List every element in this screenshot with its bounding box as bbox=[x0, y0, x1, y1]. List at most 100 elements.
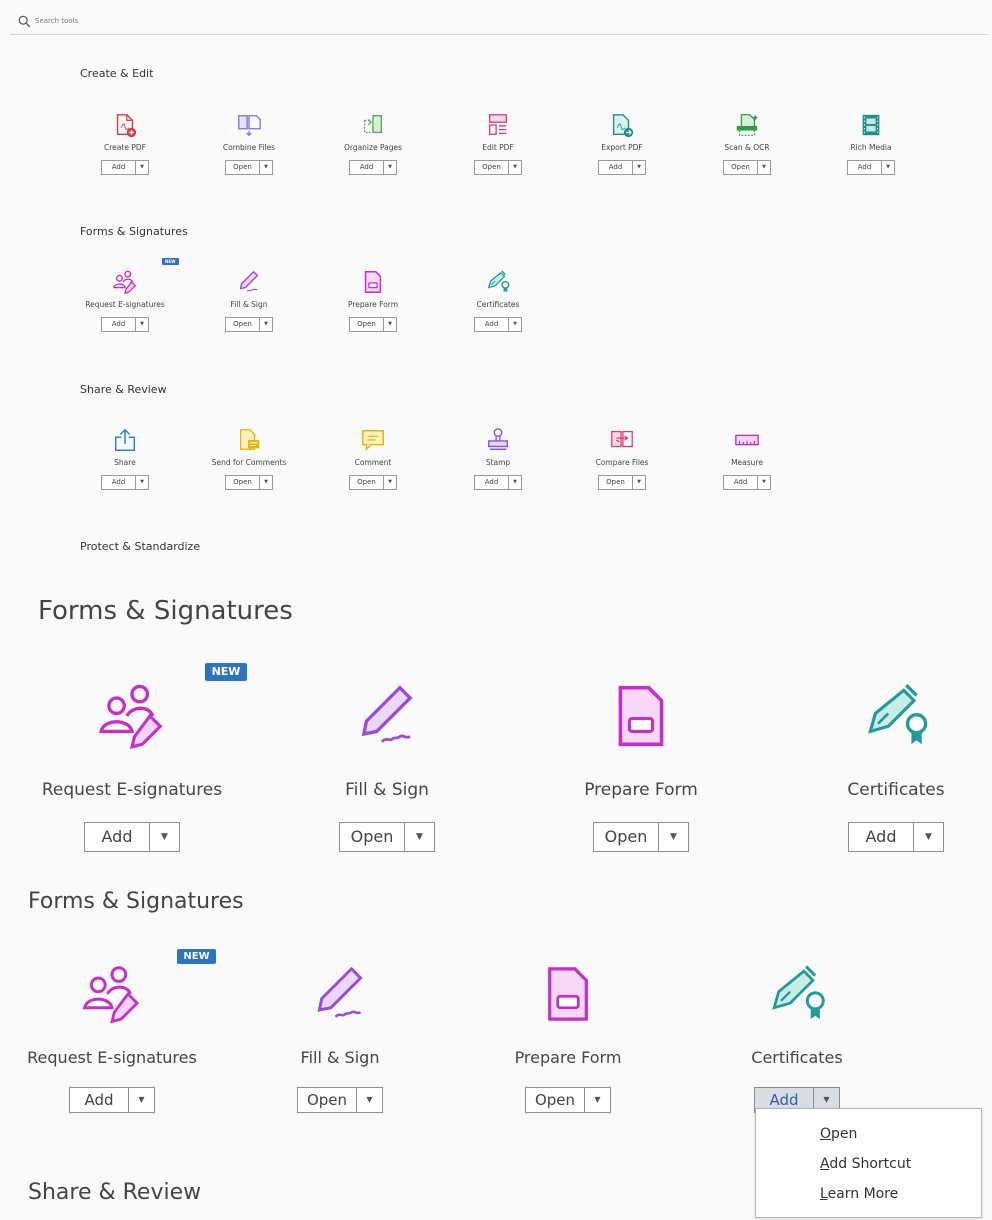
tool-certificates[interactable]: Certificates Add ▼ bbox=[436, 269, 560, 332]
add-button[interactable]: Add ▼ bbox=[101, 160, 149, 175]
add-button[interactable]: Add ▼ bbox=[723, 475, 771, 490]
tool-send-for-comments[interactable]: Send for Comments Open ▼ bbox=[187, 427, 311, 490]
add-button[interactable]: Add ▼ bbox=[848, 822, 944, 852]
tool-name: Scan & OCR bbox=[724, 143, 770, 152]
open-button[interactable]: Open ▼ bbox=[225, 160, 273, 175]
zoom-section-title: Forms & Signatures bbox=[28, 889, 244, 914]
chevron-down-icon[interactable]: ▼ bbox=[135, 161, 148, 174]
new-badge: NEW bbox=[205, 663, 247, 681]
chevron-down-icon[interactable]: ▼ bbox=[135, 476, 148, 489]
certificates-icon bbox=[487, 270, 510, 293]
chevron-down-icon[interactable]: ▼ bbox=[259, 476, 272, 489]
request-esignatures-icon bbox=[82, 966, 140, 1024]
menu-item-add-shortcut[interactable]: Add Shortcut bbox=[820, 1156, 911, 1172]
open-button[interactable]: Open ▼ bbox=[349, 475, 397, 490]
chevron-down-icon[interactable]: ▼ bbox=[128, 1088, 154, 1112]
menu-item-open[interactable]: Open bbox=[820, 1126, 857, 1142]
open-button[interactable]: Open ▼ bbox=[225, 475, 273, 490]
chevron-down-icon[interactable]: ▼ bbox=[508, 476, 521, 489]
tool-request-esignatures[interactable]: Request E-signatures Add ▼ bbox=[32, 680, 232, 852]
open-button[interactable]: Open ▼ bbox=[225, 317, 273, 332]
tool-name: Stamp bbox=[485, 458, 511, 467]
open-button[interactable]: Open ▼ bbox=[593, 822, 689, 852]
section-title-share-review: Share & Review bbox=[80, 383, 167, 396]
chevron-down-icon[interactable]: ▼ bbox=[259, 161, 272, 174]
prepare-form-icon bbox=[364, 271, 382, 293]
tool-name: Fill & Sign bbox=[230, 300, 268, 309]
chevron-down-icon[interactable]: ▼ bbox=[259, 318, 272, 331]
chevron-down-icon[interactable]: ▼ bbox=[356, 1088, 382, 1112]
tool-create-pdf[interactable]: Create PDF Add ▼ bbox=[63, 112, 187, 175]
chevron-down-icon[interactable]: ▼ bbox=[508, 318, 521, 331]
add-button[interactable]: Add ▼ bbox=[101, 317, 149, 332]
tool-prepare-form[interactable]: Prepare Form Open ▼ bbox=[541, 680, 741, 852]
tool-name: Request E-signatures bbox=[41, 780, 223, 800]
chevron-down-icon[interactable]: ▼ bbox=[135, 318, 148, 331]
create-pdf-icon bbox=[116, 114, 137, 138]
edit-pdf-icon bbox=[488, 114, 508, 135]
tool-stamp[interactable]: Stamp Add ▼ bbox=[436, 427, 560, 490]
add-button[interactable]: Add ▼ bbox=[474, 317, 522, 332]
add-button[interactable]: Add ▼ bbox=[69, 1087, 155, 1113]
add-button[interactable]: Add ▼ bbox=[598, 160, 646, 175]
tool-prepare-form[interactable]: Prepare Form Open ▼ bbox=[478, 962, 658, 1113]
open-button[interactable]: Open ▼ bbox=[723, 160, 771, 175]
tool-export-pdf[interactable]: Export PDF Add ▼ bbox=[560, 112, 684, 175]
open-button[interactable]: Open ▼ bbox=[474, 160, 522, 175]
add-button[interactable]: Add ▼ bbox=[101, 475, 149, 490]
chevron-down-icon[interactable]: ▼ bbox=[658, 823, 688, 851]
tool-request-esignatures[interactable]: Request E-signatures Add ▼ bbox=[22, 962, 202, 1113]
chevron-down-icon[interactable]: ▼ bbox=[632, 476, 645, 489]
tool-fill-sign[interactable]: Fill & Sign Open ▼ bbox=[250, 962, 430, 1113]
chevron-down-icon[interactable]: ▼ bbox=[508, 161, 521, 174]
fill-sign-icon bbox=[361, 685, 413, 743]
open-button[interactable]: Open ▼ bbox=[525, 1087, 611, 1113]
add-button[interactable]: Add ▼ bbox=[847, 160, 895, 175]
chevron-down-icon[interactable]: ▼ bbox=[757, 161, 770, 174]
add-button[interactable]: Add ▼ bbox=[84, 822, 180, 852]
tool-rich-media[interactable]: Rich Media Add ▼ bbox=[809, 112, 933, 175]
prepare-form-icon bbox=[618, 685, 664, 747]
tool-name: Organize Pages bbox=[343, 143, 403, 152]
tool-prepare-form[interactable]: Prepare Form Open ▼ bbox=[311, 269, 435, 332]
tool-name: Fill & Sign bbox=[345, 780, 429, 800]
chevron-down-icon[interactable]: ▼ bbox=[757, 476, 770, 489]
chevron-down-icon[interactable]: ▼ bbox=[404, 823, 434, 851]
tool-request-esignatures[interactable]: Request E-signatures Add ▼ bbox=[63, 269, 187, 332]
tool-name: Certificates bbox=[847, 780, 945, 800]
share-icon bbox=[114, 428, 136, 451]
tool-measure[interactable]: Measure Add ▼ bbox=[685, 427, 809, 490]
tool-combine-files[interactable]: Combine Files Open ▼ bbox=[187, 112, 311, 175]
chevron-down-icon[interactable]: ▼ bbox=[632, 161, 645, 174]
open-button[interactable]: Open ▼ bbox=[349, 317, 397, 332]
tool-certificates[interactable]: Certificates Add ▼ bbox=[707, 962, 887, 1113]
chevron-down-icon[interactable]: ▼ bbox=[881, 161, 894, 174]
chevron-down-icon[interactable]: ▼ bbox=[913, 823, 943, 851]
tool-compare-files[interactable]: Compare Files Open ▼ bbox=[560, 427, 684, 490]
menu-item-learn-more[interactable]: Learn More bbox=[820, 1186, 898, 1202]
tool-comment[interactable]: Comment Open ▼ bbox=[311, 427, 435, 490]
search-bar[interactable] bbox=[10, 8, 988, 35]
open-button[interactable]: Open ▼ bbox=[598, 475, 646, 490]
chevron-down-icon[interactable]: ▼ bbox=[383, 318, 396, 331]
add-button[interactable]: Add ▼ bbox=[474, 475, 522, 490]
chevron-down-icon[interactable]: ▼ bbox=[149, 823, 179, 851]
chevron-down-icon[interactable]: ▼ bbox=[584, 1088, 610, 1112]
tool-organize-pages[interactable]: Organize Pages Add ▼ bbox=[311, 112, 435, 175]
open-button[interactable]: Open ▼ bbox=[339, 822, 435, 852]
search-input[interactable] bbox=[35, 17, 335, 25]
search-icon bbox=[18, 15, 31, 27]
chevron-down-icon[interactable]: ▼ bbox=[383, 161, 396, 174]
tool-certificates[interactable]: Certificates Add ▼ bbox=[796, 680, 992, 852]
add-button[interactable]: Add ▼ bbox=[349, 160, 397, 175]
tool-fill-sign[interactable]: Fill & Sign Open ▼ bbox=[287, 680, 487, 852]
tool-share[interactable]: Share Add ▼ bbox=[63, 427, 187, 490]
certificates-icon bbox=[868, 683, 928, 745]
tool-edit-pdf[interactable]: Edit PDF Open ▼ bbox=[436, 112, 560, 175]
tool-name: Create PDF bbox=[104, 143, 146, 152]
chevron-down-icon[interactable]: ▼ bbox=[383, 476, 396, 489]
tool-name: Edit PDF bbox=[482, 143, 514, 152]
open-button[interactable]: Open ▼ bbox=[297, 1087, 383, 1113]
tool-scan-ocr[interactable]: Scan & OCR Open ▼ bbox=[685, 112, 809, 175]
tool-fill-sign[interactable]: Fill & Sign Open ▼ bbox=[187, 269, 311, 332]
